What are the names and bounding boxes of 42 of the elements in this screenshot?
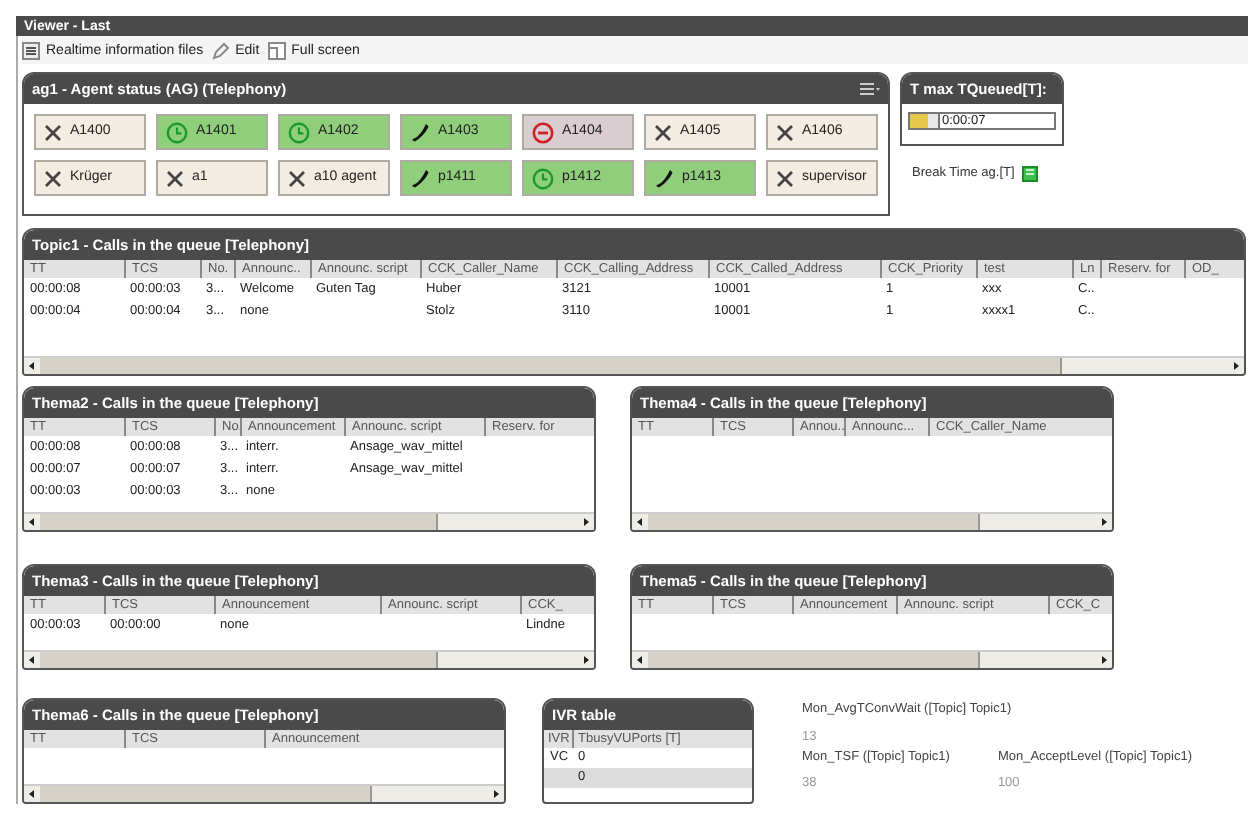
scroll-thumb[interactable] <box>40 358 1062 374</box>
scroll-right-icon[interactable] <box>578 514 594 530</box>
phone-icon <box>410 168 430 188</box>
cross-icon <box>776 123 794 141</box>
scroll-right-icon[interactable] <box>1096 514 1112 530</box>
scroll-left-icon[interactable] <box>632 514 648 530</box>
frame-icon <box>267 41 286 59</box>
cross-icon <box>654 123 672 141</box>
scroll-right-icon[interactable] <box>488 786 504 802</box>
menu-icon[interactable] <box>860 82 880 96</box>
no-entry-icon <box>532 121 554 143</box>
horizontal-scrollbar[interactable] <box>24 512 594 530</box>
scroll-thumb[interactable] <box>40 786 372 802</box>
scroll-thumb[interactable] <box>40 652 439 668</box>
phone-icon <box>654 168 674 188</box>
status-indicator-icon <box>1022 165 1039 182</box>
clock-icon <box>166 121 188 143</box>
scroll-left-icon[interactable] <box>24 786 40 802</box>
cross-icon <box>166 169 184 187</box>
horizontal-scrollbar[interactable] <box>24 356 1244 374</box>
scroll-left-icon[interactable] <box>24 358 40 374</box>
scroll-left-icon[interactable] <box>24 514 40 530</box>
phone-icon <box>410 122 430 142</box>
cross-icon <box>44 123 62 141</box>
cross-icon <box>44 169 62 187</box>
scroll-thumb[interactable] <box>648 652 980 668</box>
cross-icon <box>288 169 306 187</box>
scroll-thumb[interactable] <box>40 514 439 530</box>
scroll-thumb[interactable] <box>648 514 980 530</box>
horizontal-scrollbar[interactable] <box>632 512 1112 530</box>
scroll-left-icon[interactable] <box>24 652 40 668</box>
horizontal-scrollbar[interactable] <box>24 784 504 802</box>
horizontal-scrollbar[interactable] <box>632 650 1112 668</box>
horizontal-scrollbar[interactable] <box>24 650 594 668</box>
pencil-icon <box>211 41 230 59</box>
cross-icon <box>776 169 794 187</box>
scroll-right-icon[interactable] <box>1228 358 1244 374</box>
clock-icon <box>288 121 310 143</box>
clock-icon <box>532 167 554 189</box>
scroll-right-icon[interactable] <box>578 652 594 668</box>
scroll-right-icon[interactable] <box>1096 652 1112 668</box>
scroll-left-icon[interactable] <box>632 652 648 668</box>
